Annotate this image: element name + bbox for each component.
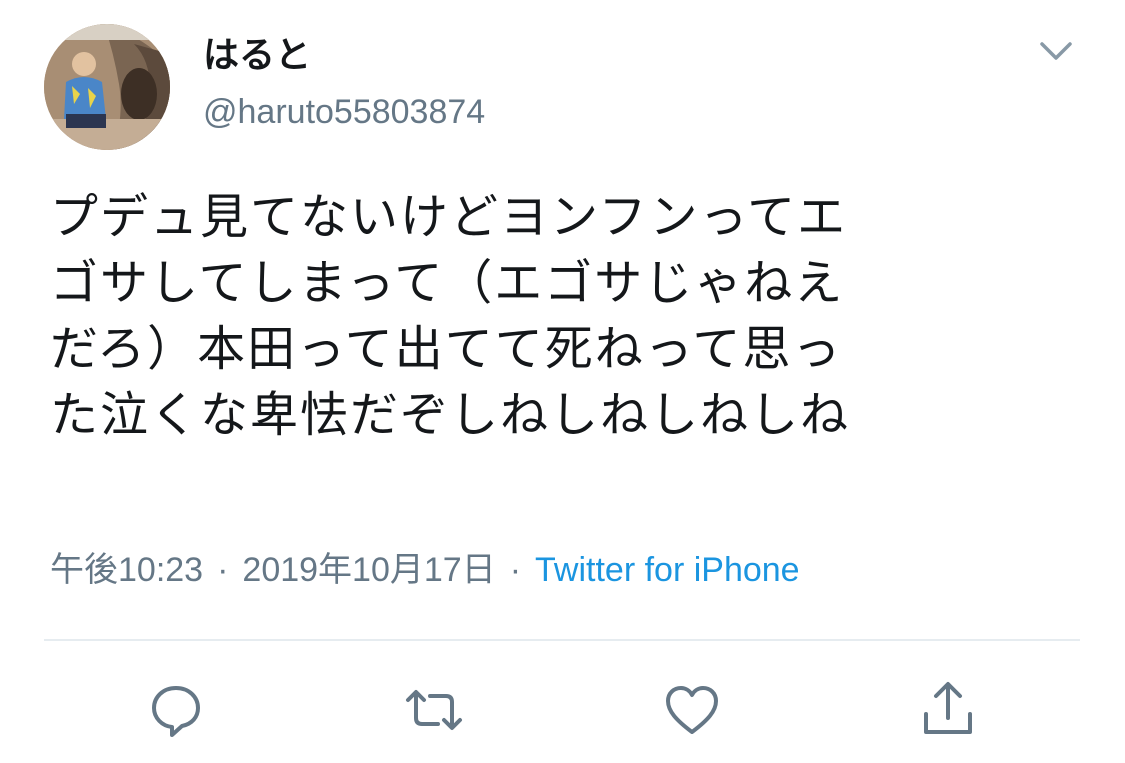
reply-icon [152, 686, 200, 737]
chevron-down-icon[interactable] [1034, 36, 1078, 66]
share-button[interactable] [918, 680, 978, 740]
retweet-button[interactable] [404, 680, 464, 740]
meta-separator: · [509, 551, 522, 589]
tweet-line: た泣くな卑怯だぞしねしねしねしね [50, 387, 851, 443]
tweet-text: プデュ見てないけどヨンフンってエ ゴサしてしまって（エゴサじゃねえ だろ）本田っ… [50, 184, 1090, 448]
display-name[interactable]: はると [203, 32, 311, 80]
avatar-photo [44, 24, 170, 150]
retweet-icon [406, 690, 462, 730]
tweet-source-link[interactable]: Twitter for iPhone [535, 551, 800, 589]
user-handle[interactable]: @haruto55803874 [203, 88, 485, 136]
reply-button[interactable] [146, 680, 206, 740]
tweet-line: プデュ見てないけどヨンフンってエ [50, 189, 848, 245]
like-icon [666, 686, 718, 734]
tweet-date[interactable]: 2019年10月17日 [242, 551, 495, 589]
like-button[interactable] [662, 680, 722, 740]
tweet-meta: 午後10:23 · 2019年10月17日 · Twitter for iPhone [50, 546, 800, 594]
divider [44, 639, 1080, 641]
meta-separator: · [217, 551, 229, 589]
tweet-line: ゴサしてしまって（エゴサじゃねえ [50, 255, 845, 311]
avatar[interactable] [44, 24, 170, 150]
tweet-time[interactable]: 午後10:23 [50, 551, 203, 589]
share-icon [924, 682, 972, 734]
tweet-line: だろ）本田って出てて死ねって思っ [50, 321, 843, 377]
